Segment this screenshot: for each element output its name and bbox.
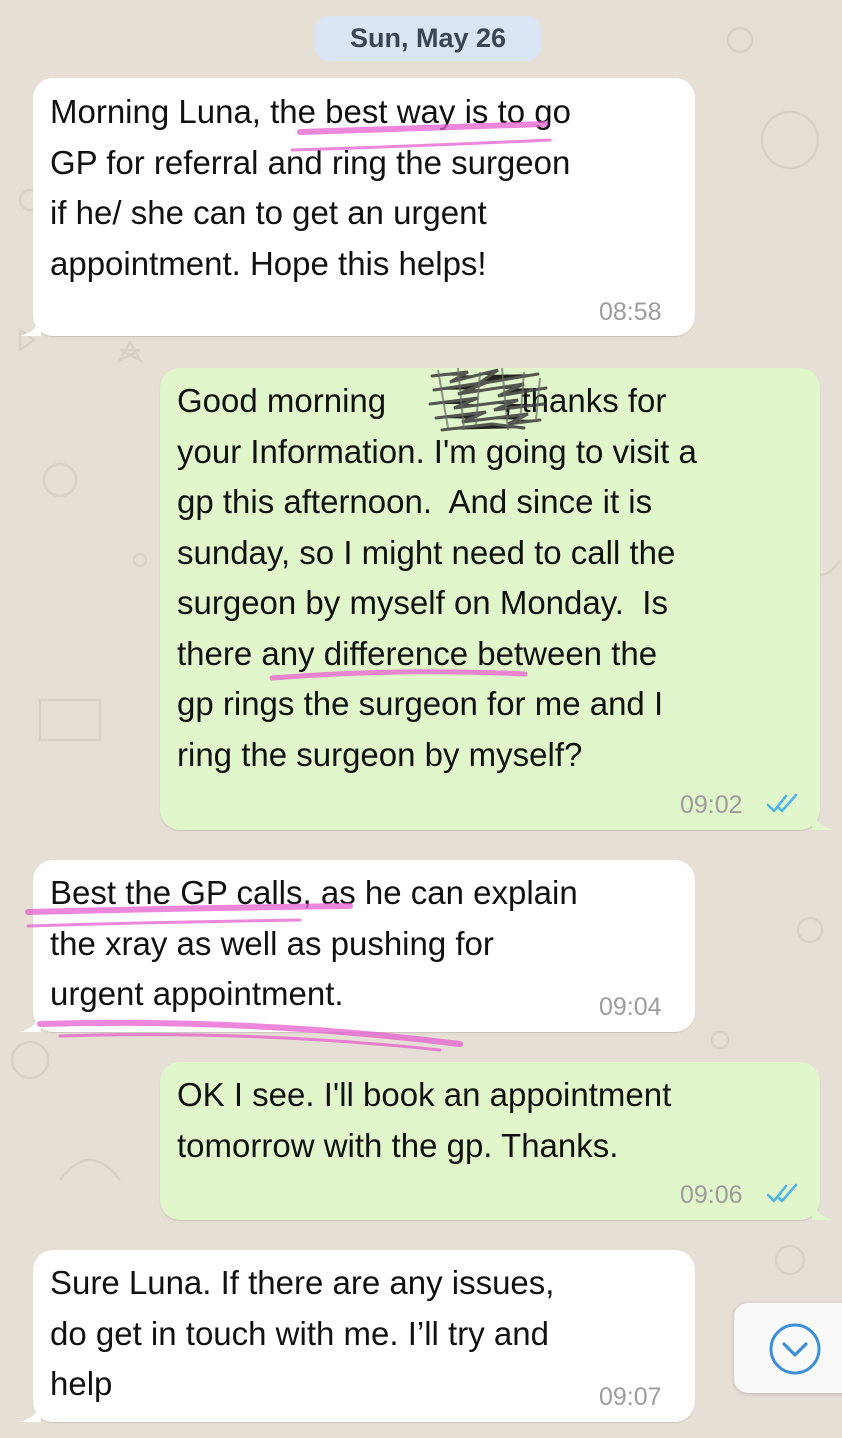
bubble-tail: [19, 1010, 41, 1032]
message-line: ring the surgeon by myself?: [177, 735, 583, 773]
message-line: there any difference between the: [177, 634, 658, 672]
outgoing-message[interactable]: OK I see. I'll book an appointment tomorr…: [160, 1062, 834, 1220]
message-text: Morning Luna, the best way is to go GP fo…: [50, 87, 571, 289]
bubble-tail: [19, 1400, 41, 1422]
message-line: GP for referral and ring the surgeon: [50, 143, 571, 181]
redacted-name-scribble: [428, 367, 548, 432]
read-double-tick-icon: [766, 1183, 798, 1203]
message-line: urgent appointment.: [50, 975, 344, 1012]
scroll-to-bottom-button[interactable]: [734, 1303, 842, 1393]
highlight-stroke: [58, 1033, 442, 1052]
bubble-tail: [812, 808, 834, 830]
message-line: gp rings the surgeon for me and I: [177, 685, 664, 722]
message-text: Good morning, thanks for your Information…: [177, 376, 697, 780]
message-line: do get in touch with me. I’ll try and: [50, 1314, 549, 1352]
message-time: 09:04: [599, 993, 662, 1021]
message-line: surgeon by myself on Monday. Is: [177, 584, 668, 621]
message-line: Sure Luna. If there are any issues,: [50, 1264, 555, 1301]
bubble-tail: [19, 314, 41, 336]
date-separator: Sun, May 26: [315, 16, 541, 61]
message-text: Sure Luna. If there are any issues, do ge…: [50, 1258, 554, 1410]
message-time: 08:58: [599, 298, 662, 326]
message-time: 09:07: [599, 1383, 662, 1411]
read-double-tick-icon: [766, 793, 798, 813]
message-line: tomorrow with the gp. Thanks.: [177, 1126, 619, 1164]
chevron-down-circle-icon: [769, 1323, 821, 1375]
message-time: 09:06: [680, 1181, 743, 1209]
message-line: Morning Luna, the best way is to go: [50, 93, 571, 130]
incoming-message[interactable]: Sure Luna. If there are any issues, do ge…: [19, 1250, 695, 1422]
greeting-text: Good morning: [177, 382, 387, 419]
message-line: the xray as well as pushing for: [50, 924, 494, 962]
message-line: help: [50, 1365, 113, 1402]
message-line: Best the GP calls, as he can explain: [50, 874, 578, 911]
message-line: if he/ she can to get an urgent: [50, 194, 487, 231]
message-line: gp this afternoon. And since it is: [177, 483, 653, 520]
message-text: Best the GP calls, as he can explain the …: [50, 868, 578, 1020]
message-line: OK I see. I'll book an appointment: [177, 1076, 672, 1113]
message-time: 09:02: [680, 791, 743, 819]
message-text: OK I see. I'll book an appointment tomorr…: [177, 1070, 671, 1171]
message-line: sunday, so I might need to call the: [177, 533, 676, 571]
bubble-tail: [812, 1198, 834, 1220]
message-line: appointment. Hope this helps!: [50, 244, 487, 282]
chat-thread[interactable]: Sun, May 26 Morning Luna, the best way i…: [0, 0, 842, 1438]
incoming-message[interactable]: Best the GP calls, as he can explain the …: [19, 860, 695, 1032]
outgoing-message[interactable]: Good morning, thanks for your Information…: [160, 368, 834, 830]
incoming-message[interactable]: Morning Luna, the best way is to go GP fo…: [19, 78, 695, 336]
